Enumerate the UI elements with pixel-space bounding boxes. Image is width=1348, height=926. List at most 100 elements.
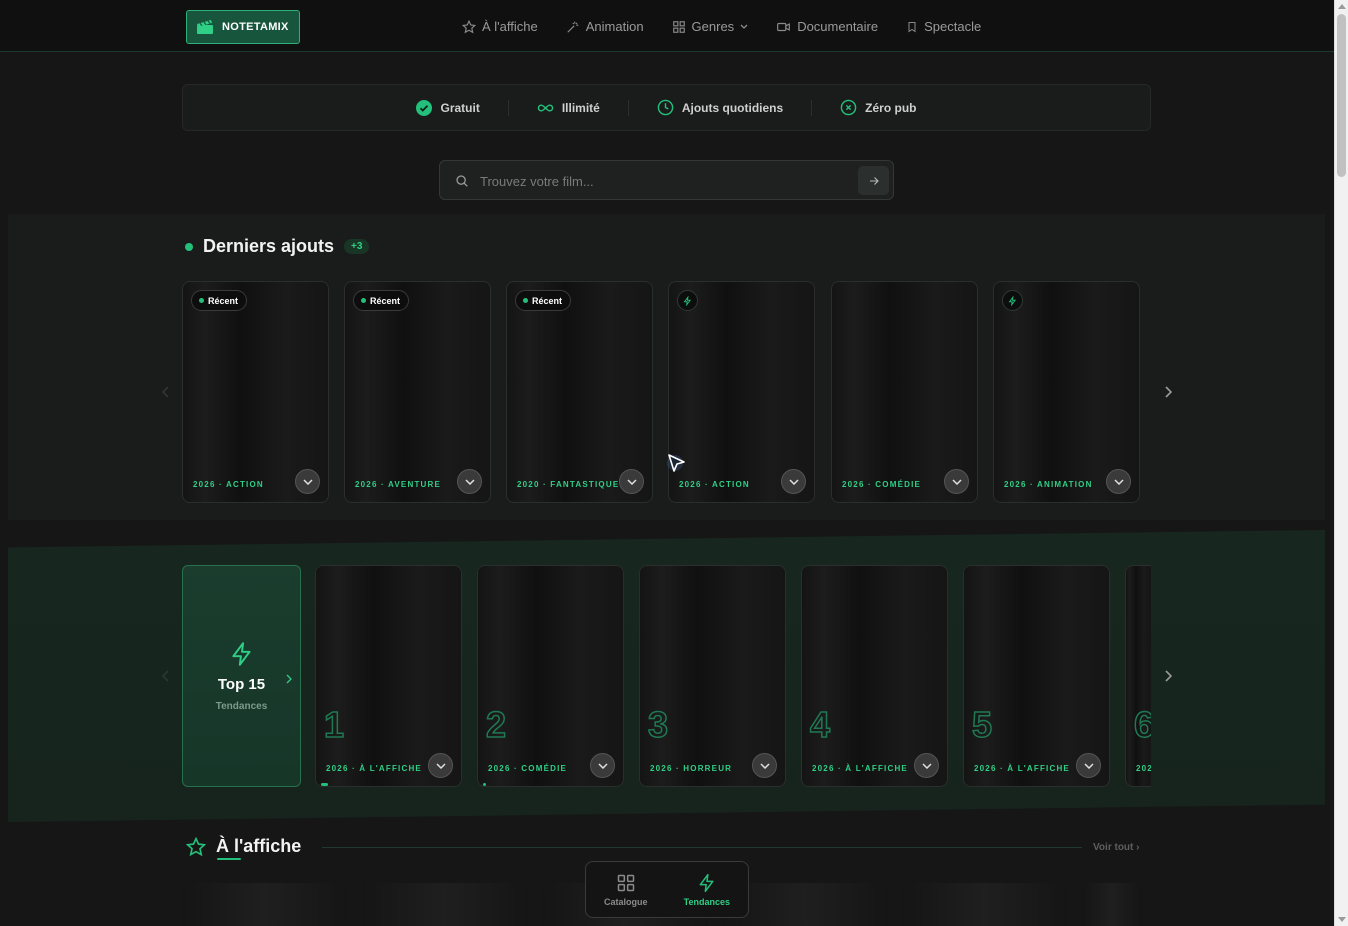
expand-button[interactable] bbox=[619, 469, 644, 494]
progress-indicator bbox=[483, 783, 486, 786]
expand-button[interactable] bbox=[944, 469, 969, 494]
chevron-down-icon bbox=[626, 478, 637, 485]
rank-number: 4 bbox=[809, 703, 831, 746]
top15-title: Top 15 bbox=[217, 676, 266, 693]
trending-card[interactable]: 3 2026 · HORREUR bbox=[639, 565, 786, 787]
recent-count-badge: +3 bbox=[344, 239, 370, 254]
clock-icon bbox=[657, 99, 674, 116]
recent-next-button[interactable] bbox=[1161, 383, 1175, 401]
trending-card[interactable]: 5 2026 · À L'AFFICHE bbox=[963, 565, 1110, 787]
expand-button[interactable] bbox=[1106, 469, 1131, 494]
chevron-down-icon bbox=[921, 762, 932, 769]
trending-next-button[interactable] bbox=[1161, 667, 1175, 685]
see-all-link[interactable]: Voir tout › bbox=[1093, 842, 1139, 853]
chevron-down-icon bbox=[1113, 478, 1124, 485]
top15-arrow[interactable] bbox=[282, 670, 296, 688]
chevron-down-icon bbox=[464, 478, 475, 485]
nav-item-documentaire[interactable]: Documentaire bbox=[776, 18, 878, 35]
logo[interactable]: NOTETAMIX bbox=[186, 10, 300, 44]
movie-card[interactable]: Récent 2026 · ACTION bbox=[182, 281, 329, 503]
search-input[interactable] bbox=[480, 171, 880, 191]
nav-label: Animation bbox=[585, 19, 644, 34]
expand-button[interactable] bbox=[457, 469, 482, 494]
scroll-up-arrow[interactable] bbox=[1338, 4, 1346, 9]
card-meta: 2026 · ANIMATION bbox=[1004, 480, 1093, 489]
poster-thumb[interactable] bbox=[1082, 883, 1142, 926]
movie-card[interactable]: 2026 · ACTION bbox=[668, 281, 815, 503]
nav-item-spectacle[interactable]: Spectacle bbox=[906, 18, 981, 35]
feature-label: Illimité bbox=[561, 100, 600, 115]
chevron-right-icon bbox=[1165, 670, 1172, 682]
card-meta: 2026 · COMÉDIE bbox=[842, 480, 922, 489]
trending-card[interactable]: 2 2026 · COMÉDIE bbox=[477, 565, 624, 787]
bolt-badge bbox=[1002, 290, 1023, 311]
feature-label: Ajouts quotidiens bbox=[681, 100, 784, 115]
trending-card[interactable]: 1 2026 · À L'AFFICHE bbox=[315, 565, 462, 787]
bottom-nav-catalogue[interactable]: Catalogue bbox=[604, 873, 648, 907]
chevron-down-icon bbox=[1083, 762, 1094, 769]
page: NOTETAMIX À l'affiche Animation Genres D… bbox=[0, 0, 1334, 926]
recent-badge: Récent bbox=[353, 290, 410, 311]
infinity-icon bbox=[537, 103, 554, 112]
card-meta: 2026 · COMÉDIE bbox=[488, 764, 568, 773]
nav-item-genres[interactable]: Genres bbox=[672, 18, 749, 35]
expand-button[interactable] bbox=[914, 753, 939, 778]
logo-text: NOTETAMIX bbox=[222, 21, 289, 33]
chevron-down-icon bbox=[597, 762, 608, 769]
grid-icon bbox=[617, 874, 635, 891]
movie-card[interactable]: 2026 · ANIMATION bbox=[993, 281, 1140, 503]
bottom-nav: Catalogue Tendances bbox=[585, 861, 749, 918]
scrollbar-thumb[interactable] bbox=[1337, 14, 1346, 177]
card-meta: 2026 · À L'AFFICHE bbox=[812, 764, 908, 773]
mouse-cursor-icon bbox=[667, 454, 685, 472]
bottom-nav-tendances[interactable]: Tendances bbox=[684, 873, 730, 907]
poster-thumb[interactable] bbox=[182, 883, 348, 926]
card-meta: 2026 · AVENTURE bbox=[355, 480, 442, 489]
expand-button[interactable] bbox=[590, 753, 615, 778]
card-meta: 2026 bbox=[1136, 764, 1151, 773]
search-submit-button[interactable] bbox=[858, 166, 889, 195]
bolt-icon bbox=[683, 295, 692, 306]
recent-prev-button[interactable] bbox=[159, 383, 173, 401]
scrollbar[interactable] bbox=[1334, 0, 1348, 926]
poster-thumb[interactable] bbox=[902, 883, 1068, 926]
bookmark-icon bbox=[908, 21, 916, 32]
video-icon bbox=[777, 22, 791, 31]
title-underline bbox=[217, 858, 241, 860]
scroll-down-arrow[interactable] bbox=[1338, 917, 1346, 922]
chevron-down-icon bbox=[435, 762, 446, 769]
poster-thumb[interactable] bbox=[362, 883, 528, 926]
arrow-right-icon bbox=[869, 176, 879, 185]
recent-title: Derniers ajouts bbox=[203, 236, 335, 256]
expand-button[interactable] bbox=[428, 753, 453, 778]
rank-number: 2 bbox=[485, 703, 507, 746]
bottom-nav-label: Catalogue bbox=[604, 896, 648, 907]
movie-card[interactable]: Récent 2026 · AVENTURE bbox=[344, 281, 491, 503]
movie-card[interactable]: Récent 2020 · FANTASTIQUE bbox=[506, 281, 653, 503]
chevron-right-icon bbox=[286, 674, 292, 684]
rank-number: 6 bbox=[1133, 703, 1151, 746]
chevron-left-icon bbox=[162, 386, 169, 398]
recent-badge: Récent bbox=[515, 290, 572, 311]
wand-icon bbox=[567, 21, 578, 33]
nav-item-affiche[interactable]: À l'affiche bbox=[462, 18, 538, 35]
expand-button[interactable] bbox=[781, 469, 806, 494]
feature-label: Zéro pub bbox=[865, 100, 917, 115]
trending-prev-button[interactable] bbox=[159, 667, 173, 685]
top15-subtitle: Tendances bbox=[215, 701, 268, 712]
feature-illimite: Illimité bbox=[507, 99, 628, 116]
card-meta: 2026 · HORREUR bbox=[650, 764, 733, 773]
expand-button[interactable] bbox=[295, 469, 320, 494]
expand-button[interactable] bbox=[752, 753, 777, 778]
trending-card[interactable]: 6 2026 bbox=[1125, 565, 1151, 787]
features-bar: Gratuit Illimité Ajouts quotidiens Zéro … bbox=[182, 84, 1151, 131]
star-icon bbox=[186, 836, 206, 856]
bolt-badge bbox=[677, 290, 698, 311]
nav-item-animation[interactable]: Animation bbox=[566, 18, 644, 35]
trending-card[interactable]: 4 2026 · À L'AFFICHE bbox=[801, 565, 948, 787]
feature-label: Gratuit bbox=[440, 100, 480, 115]
bolt-icon bbox=[231, 642, 251, 666]
movie-card[interactable]: 2026 · COMÉDIE bbox=[831, 281, 978, 503]
expand-button[interactable] bbox=[1076, 753, 1101, 778]
card-meta: 2026 · ACTION bbox=[193, 480, 264, 489]
